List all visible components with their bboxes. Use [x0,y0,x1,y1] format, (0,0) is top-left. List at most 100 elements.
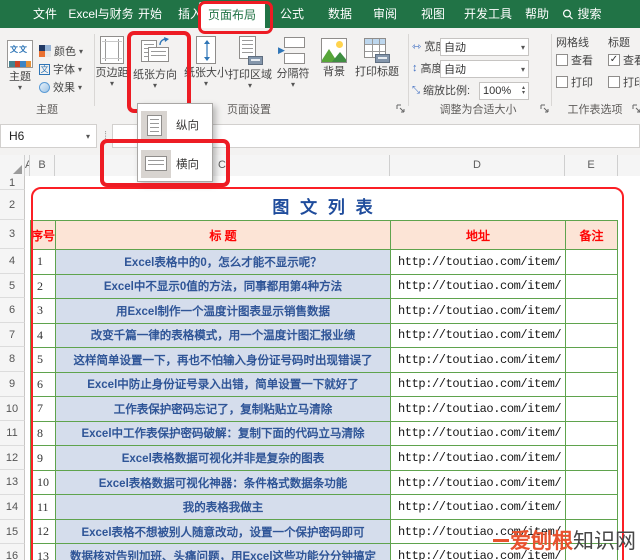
row-header-10[interactable]: 10 [0,397,25,421]
paper-size-button[interactable]: 纸张大小 ▾ [183,36,229,88]
background-button[interactable]: 背景 [318,38,350,78]
cell-note[interactable] [566,397,617,421]
cell-title[interactable]: 我的表格我做主 [56,495,391,519]
cell-no[interactable]: 13 [31,544,56,560]
row-header-15[interactable]: 15 [0,520,25,544]
cell-url[interactable]: http://toutiao.com/item/ [391,274,566,299]
column-header-B[interactable]: B [30,155,55,176]
table-title[interactable]: 图 文 列 表 [30,190,618,220]
cell-note[interactable] [566,250,617,274]
margins-button[interactable]: 页边距 ▾ [95,36,129,88]
cell-no[interactable]: 3 [31,299,56,323]
row-header-14[interactable]: 14 [0,495,25,520]
row-header-13[interactable]: 13 [0,470,25,495]
cell-no[interactable]: 4 [31,323,56,348]
cell-title[interactable]: 用Excel制作一个温度计图表显示销售数据 [56,299,391,323]
column-header-E[interactable]: E [565,155,618,176]
row-header-5[interactable]: 5 [0,274,25,298]
cell-url[interactable]: http://toutiao.com/item/ [391,397,566,421]
sheet-options-dialog-launcher[interactable] [632,104,640,113]
row-header-8[interactable]: 8 [0,347,25,372]
menu-item-landscape[interactable]: 横向 [138,147,212,180]
cell-title[interactable]: Excel表格数据可视化并非是复杂的图表 [56,446,391,470]
header-cell-title[interactable]: 标 题 [56,221,391,249]
cell-title[interactable]: Excel中工作表保护密码破解：复制下面的代码立马清除 [56,421,391,446]
tab-excel-finance[interactable]: Excel与财务 [68,0,133,28]
gridlines-view-checkbox[interactable]: 查看 [556,53,593,67]
cell-title[interactable]: Excel表格中的0，怎么才能不显示呢？ [56,250,391,274]
row-header-12[interactable]: 12 [0,446,25,470]
header-cell-no[interactable]: 序号 [31,221,56,249]
tab-home[interactable]: 开始 [138,0,162,28]
checkbox-icon[interactable] [608,76,620,88]
checkbox-icon[interactable] [556,54,568,66]
width-select[interactable]: 自动 ▾ [440,38,529,56]
cell-url[interactable]: http://toutiao.com/item/ [391,372,566,397]
tab-page-layout[interactable]: 页面布局 [198,2,266,28]
formula-bar-splitter[interactable]: ⁞ [99,124,112,148]
print-titles-button[interactable]: 打印标题 [354,38,400,78]
cell-title[interactable]: Excel表格数据可视化神器：条件格式数据条功能 [56,470,391,495]
tab-formulas[interactable]: 公式 [280,0,304,28]
cell-note[interactable] [566,299,617,323]
row-header-3[interactable]: 3 [0,220,25,249]
column-header-C[interactable]: C [55,155,390,176]
row-header-2[interactable]: 2 [0,190,25,220]
cell-no[interactable]: 11 [31,495,56,519]
checkbox-icon[interactable]: ✓ [608,54,620,66]
cell-title[interactable]: Excel中防止身份证号录入出错，简单设置一下就好了 [56,372,391,397]
height-select[interactable]: 自动 ▾ [440,60,529,78]
cell-note[interactable] [566,422,617,446]
cell-title[interactable]: 数据核对告别加班、头痛问题，用Excel这些功能分分钟搞定 [56,544,391,560]
tab-review[interactable]: 审阅 [373,0,397,28]
theme-effects-button[interactable]: 效果 ▾ [39,80,82,94]
cell-no[interactable]: 5 [31,348,56,372]
headings-print-checkbox[interactable]: 打印 [608,75,640,89]
print-area-button[interactable]: 打印区域 ▾ [227,36,273,90]
cell-note[interactable] [566,348,617,372]
cell-title[interactable]: Excel表格不想被别人随意改动，设置一个保护密码即可 [56,519,391,544]
scale-spinner[interactable]: 100% ▴ ▾ [479,82,529,100]
cell-url[interactable]: http://toutiao.com/item/ [391,495,566,519]
tab-developer[interactable]: 开发工具 [464,0,512,28]
header-cell-address[interactable]: 地址 [391,221,566,249]
cell-note[interactable] [566,446,617,470]
cell-title[interactable]: 改变千篇一律的表格模式，用一个温度计图汇报业绩 [56,323,391,348]
theme-fonts-button[interactable]: 文 字体 ▾ [39,62,82,76]
tab-search[interactable]: 搜索 [562,0,602,28]
cell-no[interactable]: 2 [31,274,56,299]
cell-no[interactable]: 8 [31,421,56,446]
column-header-D[interactable]: D [390,155,565,176]
row-header-9[interactable]: 9 [0,372,25,397]
header-cell-note[interactable]: 备注 [566,221,617,249]
row-header-16[interactable]: 16 [0,544,25,560]
cell-no[interactable]: 7 [31,397,56,421]
chevron-down-icon[interactable]: ▾ [86,133,90,141]
tab-help[interactable]: 帮助 [525,0,549,28]
cell-url[interactable]: http://toutiao.com/item/ [391,250,566,274]
row-header-1[interactable]: 1 [0,176,25,190]
cell-url[interactable]: http://toutiao.com/item/ [391,446,566,470]
name-box[interactable]: H6 ▾ [0,124,97,148]
tab-file[interactable]: 文件 [33,0,57,28]
cell-title[interactable]: 工作表保护密码忘记了，复制粘贴立马清除 [56,397,391,421]
cell-no[interactable]: 12 [31,519,56,544]
row-header-7[interactable]: 7 [0,323,25,347]
cell-url[interactable]: http://toutiao.com/item/ [391,421,566,446]
cell-note[interactable] [566,373,617,397]
cell-note[interactable] [566,471,617,495]
cell-no[interactable]: 9 [31,446,56,470]
menu-item-portrait[interactable]: 纵向 [138,107,212,143]
gridlines-print-checkbox[interactable]: 打印 [556,75,593,89]
cell-url[interactable]: http://toutiao.com/item/ [391,348,566,372]
cell-url[interactable]: http://toutiao.com/item/ [391,323,566,348]
scale-dialog-launcher[interactable] [540,104,549,113]
checkbox-icon[interactable] [556,76,568,88]
spinner-down-icon[interactable]: ▾ [522,90,525,96]
cell-no[interactable]: 6 [31,372,56,397]
select-all-corner[interactable] [0,155,25,176]
cell-url[interactable]: http://toutiao.com/item/ [391,299,566,323]
cell-title[interactable]: Excel中不显示0值的方法，同事都用第4种方法 [56,274,391,299]
cell-no[interactable]: 10 [31,470,56,495]
breaks-button[interactable]: ▶ 分隔符 ▾ [274,36,312,89]
